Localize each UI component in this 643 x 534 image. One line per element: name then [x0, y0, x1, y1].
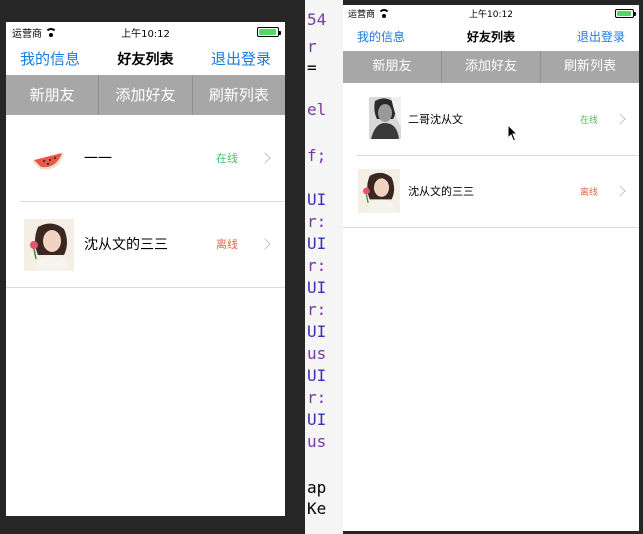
status-bar: 运营商 上午10:12 — [343, 5, 639, 21]
add-friend-button[interactable]: 添加好友 — [442, 51, 541, 83]
code-line: UI — [307, 190, 327, 209]
code-line: = — [307, 58, 317, 77]
new-friends-button[interactable]: 新朋友 — [6, 75, 100, 115]
code-line: r: — [307, 300, 327, 319]
battery-icon — [615, 8, 636, 18]
row-separator — [6, 287, 285, 288]
friend-name: 二哥沈从文 — [408, 113, 463, 126]
chevron-right-icon — [614, 113, 626, 125]
logout-button[interactable]: 退出登录 — [211, 48, 271, 69]
friend-name: 沈从文的三三 — [84, 237, 168, 253]
avatar-man — [369, 97, 401, 139]
code-line: r: — [307, 256, 327, 275]
code-line: UI — [307, 366, 327, 385]
friend-name: 沈从文的三三 — [408, 185, 474, 198]
my-info-button[interactable]: 我的信息 — [20, 48, 80, 69]
friend-row[interactable]: 一一 在线 — [6, 115, 285, 201]
code-line: us — [307, 432, 327, 451]
mouse-cursor-icon — [507, 123, 519, 146]
new-friends-button[interactable]: 新朋友 — [343, 51, 442, 83]
my-info-button[interactable]: 我的信息 — [357, 28, 405, 45]
nav-bar: 我的信息 好友列表 退出登录 — [343, 21, 639, 51]
page-title: 好友列表 — [117, 51, 174, 68]
avatar-girl — [358, 169, 400, 213]
code-line: r: — [307, 212, 327, 231]
friend-row[interactable]: 沈从文的三三 离线 — [343, 155, 639, 227]
code-line: Ke — [307, 499, 327, 518]
friend-list: 一一 在线 沈从文的三三 离线 — [6, 115, 285, 288]
friend-name: 一一 — [84, 151, 112, 167]
simulator-screen-left: 运营商 上午10:12 我的信息 好友列表 退出登录 新朋友 添加好友 刷新列表 — [6, 22, 285, 516]
row-separator — [343, 227, 639, 228]
battery-icon — [257, 27, 281, 37]
code-line: el — [307, 100, 327, 119]
add-friend-button[interactable]: 添加好友 — [99, 75, 193, 115]
status-time: 上午10:12 — [469, 9, 513, 20]
chevron-right-icon — [259, 238, 271, 250]
code-line: r — [307, 37, 317, 56]
chevron-right-icon — [614, 185, 626, 197]
offline-status: 离线 — [216, 238, 238, 251]
chevron-right-icon — [259, 152, 271, 164]
code-line: 54 — [307, 10, 327, 29]
nav-bar: 我的信息 好友列表 退出登录 — [6, 42, 285, 75]
refresh-list-button[interactable]: 刷新列表 — [541, 51, 639, 83]
refresh-list-button[interactable]: 刷新列表 — [193, 75, 285, 115]
code-line: UI — [307, 234, 327, 253]
segment-toolbar: 新朋友 添加好友 刷新列表 — [343, 51, 639, 83]
code-line: UI — [307, 322, 327, 341]
friend-row[interactable]: 沈从文的三三 离线 — [6, 201, 285, 287]
code-line: us — [307, 344, 327, 363]
friend-list: 二哥沈从文 在线 沈从文的三三 离线 — [343, 83, 639, 228]
code-line: UI — [307, 410, 327, 429]
code-line: r: — [307, 388, 327, 407]
friend-row[interactable]: 二哥沈从文 在线 — [343, 83, 639, 155]
simulator-screen-right: 运营商 上午10:12 我的信息 好友列表 退出登录 新朋友 添加好友 刷新列表 — [343, 5, 639, 531]
code-line: f; — [307, 146, 327, 165]
code-line: UI — [307, 278, 327, 297]
page-title: 好友列表 — [466, 29, 515, 44]
offline-status: 离线 — [579, 187, 598, 198]
segment-toolbar: 新朋友 添加好友 刷新列表 — [6, 75, 285, 115]
code-editor-strip: 54 r = el f; UI r: UI r: UI r: UI us UI … — [305, 0, 343, 534]
avatar-girl — [24, 219, 74, 271]
code-line: ap — [307, 478, 327, 497]
online-status: 在线 — [579, 115, 598, 126]
status-time: 上午10:12 — [121, 28, 170, 40]
status-bar: 运营商 上午10:12 — [6, 22, 285, 42]
avatar-watermelon — [28, 139, 68, 177]
logout-button[interactable]: 退出登录 — [577, 28, 625, 45]
online-status: 在线 — [216, 152, 238, 165]
